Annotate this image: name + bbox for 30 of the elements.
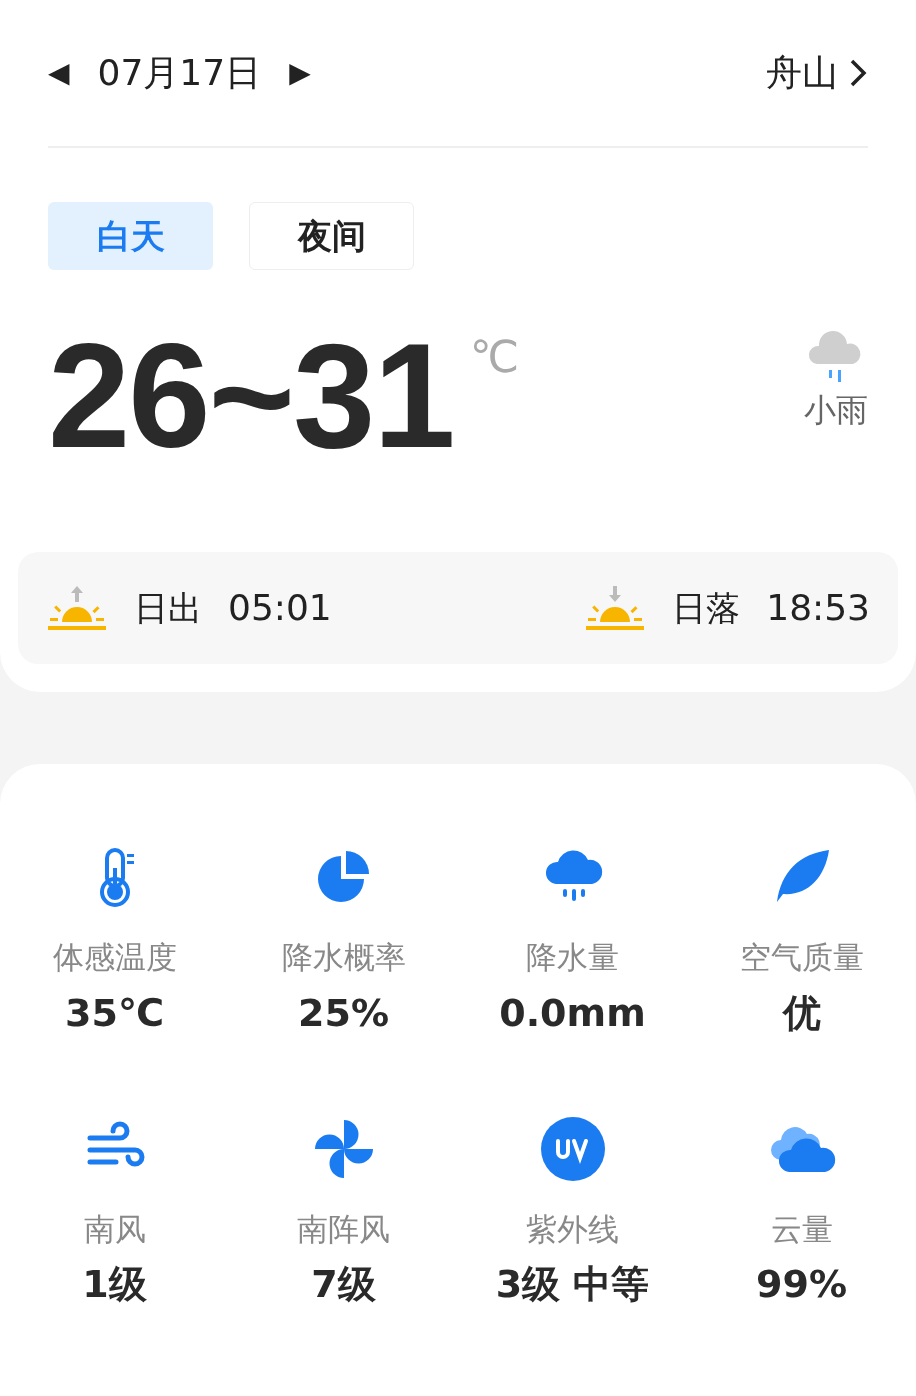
sun-event-time: 05:01 <box>228 586 332 630</box>
day-night-tab[interactable]: 夜间 <box>249 202 414 270</box>
metric-label: 南风 <box>83 1209 146 1249</box>
previous-day-button[interactable]: ◀ <box>48 52 70 94</box>
temperature-unit: ℃ <box>469 332 520 382</box>
city-button[interactable]: 舟山 <box>766 46 868 100</box>
chevron-right-icon <box>848 57 868 89</box>
metric-label: 云量 <box>770 1209 833 1249</box>
temperature-range: 26~31 <box>48 332 454 460</box>
metric-label: 空气质量 <box>739 938 864 977</box>
weather-condition: 小雨 <box>804 390 868 431</box>
metric-value: 99% <box>756 1261 847 1308</box>
metric-value: 0.0mm <box>499 989 646 1037</box>
day-night-tab[interactable]: 白天 <box>48 202 213 270</box>
next-day-button[interactable]: ▶ <box>289 52 311 94</box>
sun-event-label: 日落 <box>672 586 741 630</box>
metric-label: 紫外线 <box>526 1209 619 1249</box>
metric-label: 体感温度 <box>52 938 177 977</box>
metric-value: 1级 <box>82 1261 147 1308</box>
metric-value: 7级 <box>311 1261 376 1308</box>
metric-value: 优 <box>782 989 821 1037</box>
metric-label: 降水概率 <box>281 938 406 977</box>
metric-label: 南阵风 <box>297 1209 390 1249</box>
metric-value: 25% <box>298 989 389 1037</box>
date: 07月17日 <box>97 51 262 95</box>
sun-event-time: 18:53 <box>766 586 870 630</box>
sun-event-label: 日出 <box>134 586 202 630</box>
metric-value: 35℃ <box>65 989 164 1037</box>
metric-label: 降水量 <box>526 938 619 977</box>
metric-value: 3级 中等 <box>495 1261 650 1308</box>
